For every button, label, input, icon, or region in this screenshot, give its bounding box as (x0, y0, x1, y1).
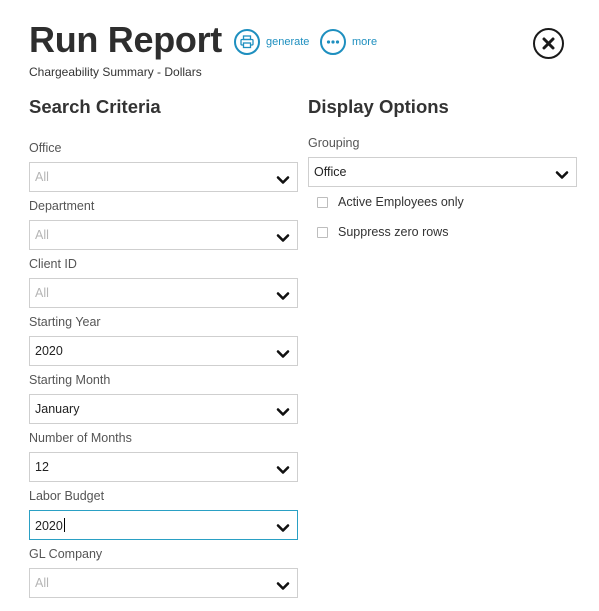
text-cursor (63, 518, 65, 532)
search-criteria-heading: Search Criteria (29, 96, 161, 117)
printer-icon (234, 29, 260, 55)
grouping-select[interactable]: Office (308, 157, 577, 187)
starting-year-value: 2020 (35, 344, 63, 358)
office-label: Office (29, 141, 62, 155)
suppress-zero-rows-label: Suppress zero rows (338, 225, 449, 239)
gl-company-label: GL Company (29, 547, 103, 561)
department-label: Department (29, 199, 95, 213)
chevron-down-icon (276, 172, 290, 190)
chevron-down-icon (276, 520, 290, 538)
chevron-down-icon (276, 346, 290, 364)
client-id-select[interactable]: All (29, 278, 298, 308)
chevron-down-icon (555, 167, 569, 185)
chevron-down-icon (276, 288, 290, 306)
close-icon (542, 37, 555, 50)
checkbox-box[interactable] (317, 196, 328, 208)
page-title: Run Report (29, 19, 222, 60)
active-employees-checkbox[interactable]: Active Employees only (317, 195, 464, 209)
number-of-months-label: Number of Months (29, 431, 132, 445)
ellipsis-icon (320, 29, 346, 55)
number-of-months-select[interactable]: 12 (29, 452, 298, 482)
gl-company-value: All (35, 576, 49, 590)
grouping-value: Office (314, 165, 347, 179)
labor-budget-select[interactable]: 2020 (29, 510, 298, 540)
chevron-down-icon (276, 404, 290, 422)
office-select[interactable]: All (29, 162, 298, 192)
labor-budget-value-wrap: 2020 (35, 518, 65, 533)
starting-month-label: Starting Month (29, 373, 111, 387)
chevron-down-icon (276, 230, 290, 248)
department-value: All (35, 228, 49, 242)
starting-month-select[interactable]: January (29, 394, 298, 424)
chevron-down-icon (276, 462, 290, 480)
suppress-zero-rows-checkbox[interactable]: Suppress zero rows (317, 225, 448, 239)
labor-budget-value: 2020 (35, 519, 63, 533)
active-employees-label: Active Employees only (338, 195, 464, 209)
more-button[interactable]: more (320, 29, 377, 55)
report-subtitle: Chargeability Summary - Dollars (29, 65, 202, 79)
close-button[interactable] (533, 28, 564, 59)
more-label: more (352, 36, 378, 48)
starting-month-value: January (35, 402, 80, 416)
grouping-label: Grouping (308, 136, 360, 150)
starting-year-label: Starting Year (29, 315, 101, 329)
department-select[interactable]: All (29, 220, 298, 250)
gl-company-select[interactable]: All (29, 568, 298, 598)
checkbox-box[interactable] (317, 226, 328, 238)
display-options-heading: Display Options (308, 96, 449, 117)
chevron-down-icon (276, 578, 290, 596)
starting-year-select[interactable]: 2020 (29, 336, 298, 366)
generate-label: generate (266, 36, 310, 48)
labor-budget-label: Labor Budget (29, 489, 105, 503)
generate-button[interactable]: generate (234, 29, 309, 55)
client-id-label: Client ID (29, 257, 77, 271)
client-id-value: All (35, 286, 49, 300)
office-value: All (35, 170, 49, 184)
number-of-months-value: 12 (35, 460, 49, 474)
